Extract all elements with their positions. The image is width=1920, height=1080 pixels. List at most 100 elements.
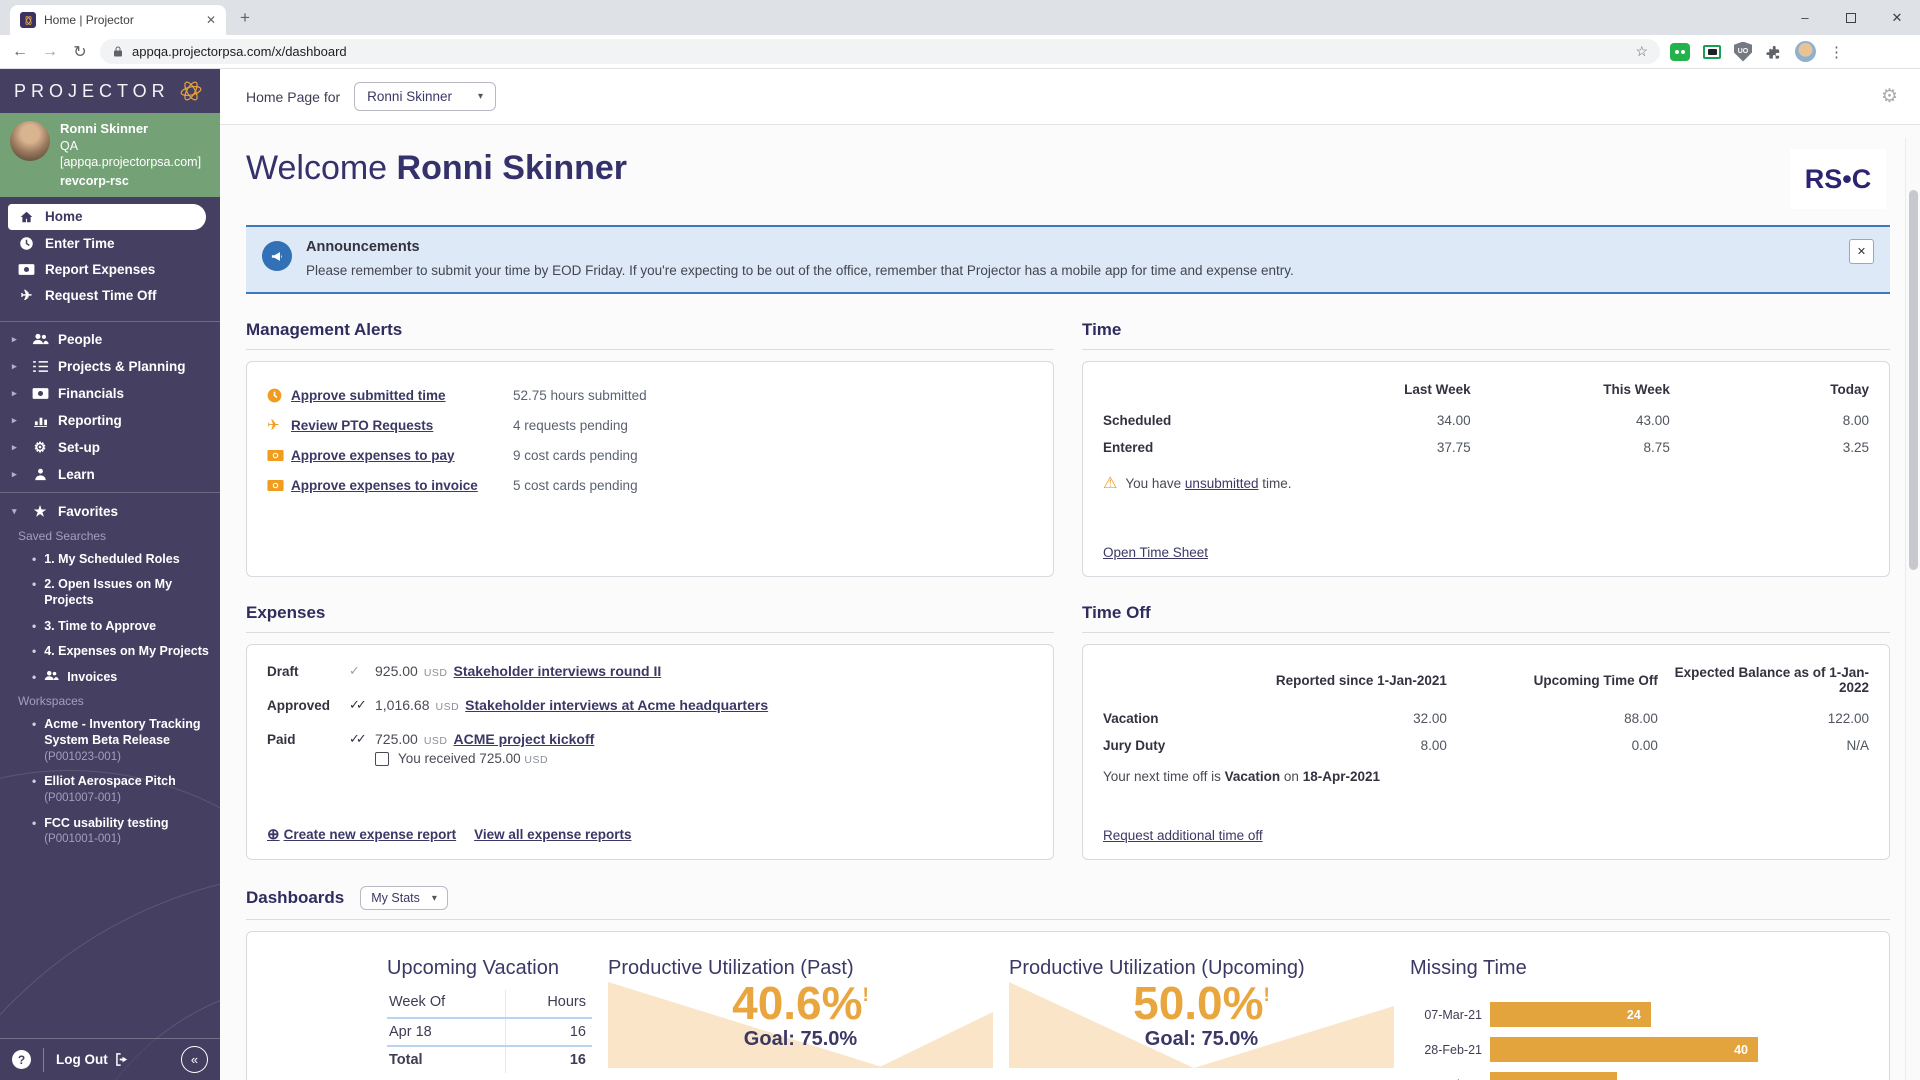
expense-row: Paid ✓✓ 725.00 USD ACME project kickoff <box>267 731 1033 747</box>
sidebar-item-learn[interactable]: ▸ Learn <box>0 461 220 488</box>
expense-amount: 725.00 <box>375 731 418 747</box>
saved-search-time-to-approve[interactable]: • 3. Time to Approve <box>0 614 220 640</box>
expand-caret-icon[interactable]: ▸ <box>12 334 22 345</box>
plus-circle-icon: ⊕ <box>267 826 280 843</box>
user-info-panel[interactable]: Ronni Skinner QA [appqa.projectorpsa.com… <box>0 113 220 197</box>
expand-caret-icon[interactable]: ▸ <box>12 361 22 372</box>
bullet-icon: • <box>32 644 36 660</box>
alert-row: ✈ Review PTO Requests 4 requests pending <box>267 410 1033 440</box>
expense-report-link[interactable]: Stakeholder interviews round II <box>454 663 662 679</box>
saved-search-expenses-on-my-projects[interactable]: • 4. Expenses on My Projects <box>0 639 220 665</box>
review-pto-requests-link[interactable]: Review PTO Requests <box>291 418 509 433</box>
browser-profile-avatar[interactable] <box>1795 41 1816 62</box>
sidebar-item-set-up[interactable]: ▸ ⚙ Set-up <box>0 434 220 461</box>
settings-gear-icon[interactable]: ⚙ <box>1881 85 1898 108</box>
workspace-elliot[interactable]: • Elliot Aerospace Pitch (P001007-001) <box>0 769 220 810</box>
user-role: QA <box>60 138 201 154</box>
workspace-fcc[interactable]: • FCC usability testing (P001001-001) <box>0 811 220 852</box>
sidebar-item-report-expenses[interactable]: Report Expenses <box>0 257 220 283</box>
projector-favicon-icon <box>20 12 36 28</box>
alert-status: 5 cost cards pending <box>513 478 1033 493</box>
expand-caret-icon[interactable]: ▸ <box>12 442 22 453</box>
approve-submitted-time-link[interactable]: Approve submitted time <box>291 388 509 403</box>
management-alerts-card: Approve submitted time 52.75 hours submi… <box>246 361 1054 577</box>
extension-ublock-icon[interactable]: UO <box>1734 42 1752 62</box>
expense-report-link[interactable]: Stakeholder interviews at Acme headquart… <box>465 697 768 713</box>
view-expense-reports-link[interactable]: View all expense reports <box>474 827 631 842</box>
sidebar-item-request-time-off[interactable]: ✈ Request Time Off <box>0 283 220 309</box>
sidebar-item-projects-planning[interactable]: ▸ Projects & Planning <box>0 353 220 380</box>
extension-capture-icon[interactable] <box>1703 45 1721 59</box>
help-icon[interactable]: ? <box>12 1050 31 1069</box>
browser-menu-icon[interactable]: ⋮ <box>1829 43 1844 61</box>
new-tab-button[interactable]: + <box>240 8 250 28</box>
forward-icon[interactable]: → <box>40 43 60 61</box>
workspace-acme[interactable]: • Acme - Inventory Tracking System Beta … <box>0 712 220 769</box>
bar: 19 <box>1490 1072 1617 1080</box>
dashboard-select[interactable]: My Stats ▾ <box>360 886 448 910</box>
extensions-puzzle-icon[interactable] <box>1765 43 1782 60</box>
currency-label: USD <box>424 667 448 679</box>
scrollbar-thumb[interactable] <box>1909 190 1918 570</box>
sidebar-item-enter-time[interactable]: Enter Time <box>0 231 220 257</box>
reload-icon[interactable]: ↻ <box>70 42 90 62</box>
money-card-icon <box>18 263 35 276</box>
alert-mark: ! <box>1264 985 1270 1006</box>
page-title: Welcome Ronni Skinner <box>246 149 627 188</box>
open-time-sheet-link[interactable]: Open Time Sheet <box>1103 545 1208 560</box>
expand-caret-icon[interactable]: ▸ <box>12 415 22 426</box>
plane-icon: ✈ <box>267 416 287 434</box>
sidebar-item-people[interactable]: ▸ People <box>0 326 220 353</box>
window-minimize-button[interactable]: – <box>1782 0 1828 35</box>
expand-caret-icon[interactable]: ▸ <box>12 388 22 399</box>
announcements-text: Please remember to submit your time by E… <box>306 263 1294 278</box>
home-page-user-select[interactable]: Ronni Skinner ▾ <box>354 82 496 111</box>
browser-tab[interactable]: Home | Projector ✕ <box>10 5 226 35</box>
chevron-down-icon: ▾ <box>478 91 483 102</box>
currency-label: USD <box>424 735 448 747</box>
alert-status: 4 requests pending <box>513 418 1033 433</box>
time-card: Last Week This Week Today Scheduled 34.0… <box>1082 361 1890 577</box>
log-out-icon <box>115 1053 130 1066</box>
saved-search-invoices[interactable]: • Invoices <box>0 665 220 691</box>
window-maximize-button[interactable] <box>1828 0 1874 35</box>
expense-amount: 1,016.68 <box>375 697 430 713</box>
saved-search-my-scheduled-roles[interactable]: • 1. My Scheduled Roles <box>0 547 220 573</box>
announcement-close-button[interactable]: ✕ <box>1849 239 1874 264</box>
unsubmitted-link[interactable]: unsubmitted <box>1185 476 1259 491</box>
gear-icon: ⚙ <box>31 439 49 456</box>
extension-roboform-icon[interactable] <box>1670 43 1690 61</box>
sidebar-item-financials[interactable]: ▸ Financials <box>0 380 220 407</box>
request-additional-time-off-link[interactable]: Request additional time off <box>1103 828 1263 843</box>
user-org: [appqa.projectorpsa.com] <box>60 154 201 170</box>
saved-search-open-issues[interactable]: • 2. Open Issues on My Projects <box>0 572 220 613</box>
tab-close-icon[interactable]: ✕ <box>206 13 216 27</box>
sidebar-item-home[interactable]: Home <box>8 204 206 230</box>
saved-searches-label: Saved Searches <box>0 525 220 547</box>
address-bar[interactable]: appqa.projectorpsa.com/x/dashboard ☆ <box>100 39 1660 64</box>
expense-report-link[interactable]: ACME project kickoff <box>454 731 595 747</box>
currency-label: USD <box>436 701 460 713</box>
bar: 40 <box>1490 1037 1758 1062</box>
table-row: Vacation 32.00 88.00 122.00 <box>1103 705 1869 732</box>
back-icon[interactable]: ← <box>10 43 30 61</box>
utilization-value: 50.0% <box>1133 977 1263 1029</box>
log-out-button[interactable]: Log Out <box>56 1052 130 1067</box>
workspaces-label: Workspaces <box>0 690 220 712</box>
sidebar-item-reporting[interactable]: ▸ Reporting <box>0 407 220 434</box>
received-checkbox[interactable] <box>375 752 389 766</box>
bookmark-star-icon[interactable]: ☆ <box>1635 43 1648 60</box>
page-scrollbar[interactable] <box>1905 138 1920 1080</box>
collapse-sidebar-button[interactable]: « <box>181 1046 208 1073</box>
collapse-caret-icon[interactable]: ▾ <box>12 506 22 517</box>
create-expense-report-link[interactable]: ⊕Create new expense report <box>267 825 456 843</box>
home-icon <box>18 210 35 224</box>
expand-caret-icon[interactable]: ▸ <box>12 469 22 480</box>
user-name: Ronni Skinner <box>60 121 201 138</box>
approve-expenses-to-invoice-link[interactable]: Approve expenses to invoice <box>291 478 509 493</box>
sidebar-item-favorites[interactable]: ▾ ★ Favorites <box>0 499 220 525</box>
megaphone-icon <box>262 241 292 271</box>
window-close-button[interactable]: ✕ <box>1874 0 1920 35</box>
time-off-section: Time Off Reported since 1-Jan-2021 Upcom… <box>1082 603 1890 860</box>
approve-expenses-to-pay-link[interactable]: Approve expenses to pay <box>291 448 509 463</box>
